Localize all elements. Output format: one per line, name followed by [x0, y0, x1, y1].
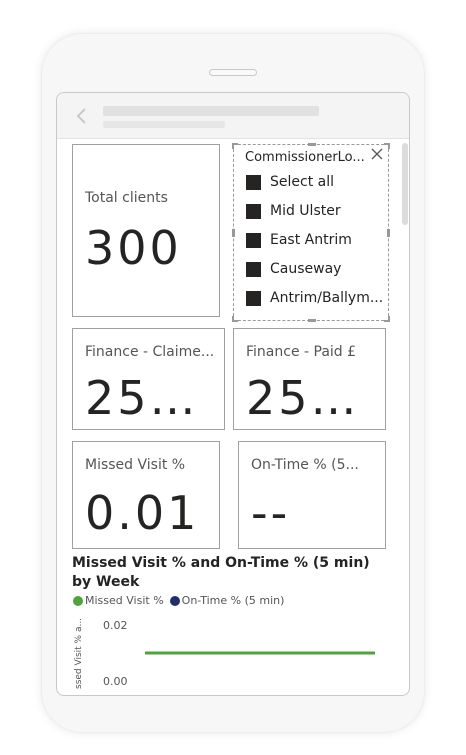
checkbox-icon[interactable] [246, 174, 261, 190]
legend-item-on-time[interactable]: On-Time % (5 min) [169, 594, 285, 607]
legend-dot-icon [73, 595, 83, 606]
slicer-item-label: East Antrim [270, 232, 352, 248]
legend-dot-icon [169, 595, 180, 606]
missed-visit-card[interactable]: Missed Visit % 0.01 [72, 441, 220, 549]
checkbox-icon[interactable] [246, 290, 261, 306]
line-chart[interactable]: ssed Visit % a... 0.02 0.00 [57, 609, 409, 696]
total-clients-label: Total clients [85, 190, 168, 206]
missed-visit-label: Missed Visit % [85, 457, 186, 473]
on-time-card[interactable]: On-Time % (5... -- [238, 441, 386, 549]
checkbox-icon[interactable] [246, 232, 261, 248]
checkbox-icon[interactable] [246, 203, 261, 219]
finance-paid-card[interactable]: Finance - Paid £ 257... [233, 328, 386, 430]
phone-frame: Total clients 300 CommissionerLo... Sele… [42, 34, 424, 732]
slicer-title: CommissionerLo... [245, 150, 365, 165]
slicer-item-mid-ulster[interactable]: Mid Ulster [246, 200, 386, 222]
legend-label: Missed Visit % [85, 594, 164, 607]
missed-visit-value: 0.01 [85, 486, 200, 540]
slicer-item-select-all[interactable]: Select all [246, 171, 386, 193]
report-header [57, 93, 409, 139]
scrollbar[interactable] [402, 143, 408, 225]
slicer-item-label: Mid Ulster [270, 203, 341, 219]
slicer-item-label: Antrim/Ballym... [270, 290, 384, 306]
slicer-item-antrim-ballymena[interactable]: Antrim/Ballym... [246, 287, 386, 309]
close-icon[interactable] [370, 147, 384, 161]
finance-paid-value: 257... [246, 371, 382, 425]
y-tick-label: 0.00 [103, 675, 128, 688]
slicer-item-label: Select all [270, 174, 334, 190]
report-subtitle-placeholder [103, 121, 225, 128]
total-clients-card[interactable]: Total clients 300 [72, 144, 220, 317]
y-axis-label: ssed Visit % a... [74, 618, 84, 689]
chart-legend: Missed Visit % On-Time % (5 min) [73, 594, 290, 607]
chart-title: Missed Visit % and On-Time % (5 min) by … [72, 555, 370, 590]
report-canvas: Total clients 300 CommissionerLo... Sele… [57, 139, 409, 696]
back-chevron-icon[interactable] [75, 107, 89, 125]
resize-handle[interactable] [308, 143, 316, 146]
finance-claimed-value: 257... [85, 371, 221, 425]
resize-handle[interactable] [388, 316, 390, 322]
checkbox-icon[interactable] [246, 261, 261, 277]
slicer-item-label: Causeway [270, 261, 342, 277]
report-title-placeholder [103, 106, 319, 116]
slicer-item-east-antrim[interactable]: East Antrim [246, 229, 386, 251]
commissioner-slicer[interactable]: CommissionerLo... Select all Mid Ulster … [232, 143, 390, 322]
finance-claimed-card[interactable]: Finance - Claime... 257... [72, 328, 225, 430]
on-time-value: -- [251, 486, 291, 540]
finance-claimed-label: Finance - Claime... [85, 344, 215, 360]
resize-handle[interactable] [308, 319, 316, 322]
slicer-item-causeway[interactable]: Causeway [246, 258, 386, 280]
resize-handle[interactable] [387, 229, 390, 237]
resize-handle[interactable] [232, 229, 235, 237]
legend-label: On-Time % (5 min) [181, 594, 285, 607]
resize-handle[interactable] [388, 143, 390, 149]
finance-paid-label: Finance - Paid £ [246, 344, 357, 360]
report-screen: Total clients 300 CommissionerLo... Sele… [56, 92, 410, 696]
legend-item-missed-visit[interactable]: Missed Visit % [73, 594, 164, 607]
on-time-label: On-Time % (5... [251, 457, 359, 473]
phone-speaker [209, 69, 257, 76]
resize-handle[interactable] [232, 316, 234, 322]
y-tick-label: 0.02 [103, 619, 128, 632]
total-clients-value: 300 [85, 221, 182, 275]
resize-handle[interactable] [232, 143, 234, 149]
